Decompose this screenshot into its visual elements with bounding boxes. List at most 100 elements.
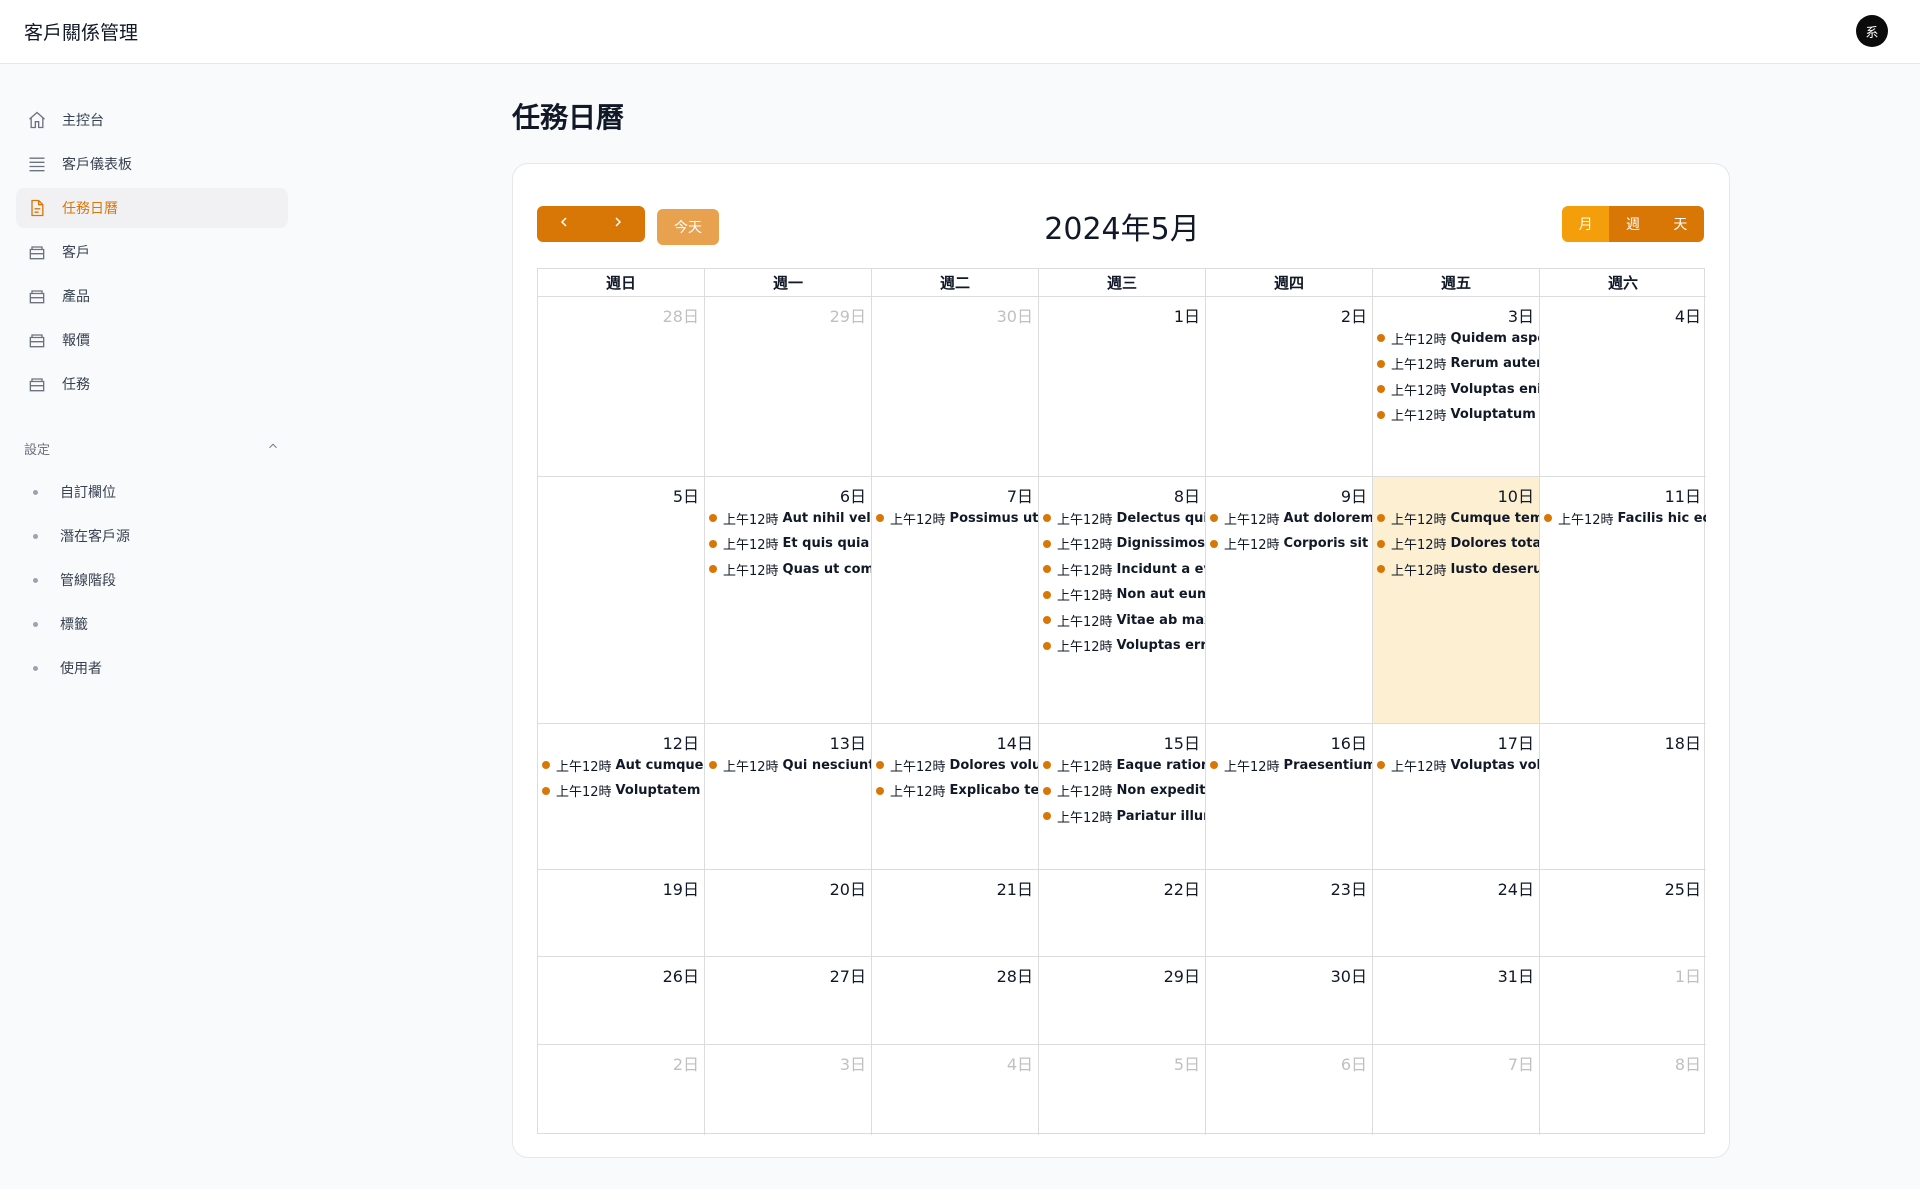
calendar-event[interactable]: 上午12時Corporis sit id (1210, 533, 1372, 555)
day-cell[interactable]: 15日上午12時Eaque ratione上午12時Non expedita上午… (1039, 724, 1206, 870)
avatar[interactable]: 系 (1856, 15, 1888, 47)
day-cell[interactable]: 5日 (538, 477, 705, 724)
calendar-event[interactable]: 上午12時Rerum autem (1377, 353, 1539, 375)
day-cell[interactable]: 17日上午12時Voluptas voluptas (1373, 724, 1540, 870)
day-cell[interactable]: 5日 (1039, 1045, 1206, 1135)
event-title: Quidem asperiores (1450, 330, 1539, 346)
sidebar-item-task-calendar[interactable]: 任務日曆 (16, 188, 288, 228)
sidebar-subitem-tags[interactable]: 標籤 (24, 610, 264, 638)
calendar-event[interactable]: 上午12時Delectus quis (1043, 507, 1205, 529)
day-cell[interactable]: 31日 (1373, 957, 1540, 1045)
day-cell[interactable]: 30日 (1206, 957, 1373, 1045)
event-dot (1210, 539, 1218, 548)
sidebar-subitem-lead-sources[interactable]: 潛在客戶源 (24, 522, 264, 550)
day-cell[interactable]: 21日 (872, 870, 1039, 957)
day-cell[interactable]: 26日 (538, 957, 705, 1045)
day-cell[interactable]: 4日 (1540, 297, 1706, 477)
folder-icon (26, 241, 48, 263)
weekday-header: 週三 (1039, 269, 1206, 297)
calendar-event[interactable]: 上午12時Dolores voluptas (876, 754, 1038, 776)
day-cell[interactable]: 23日 (1206, 870, 1373, 957)
day-number: 19日 (662, 880, 699, 899)
calendar-event[interactable]: 上午12時Voluptas voluptas (1377, 754, 1539, 776)
view-day-button[interactable]: 天 (1656, 206, 1704, 242)
day-cell[interactable]: 8日 (1540, 1045, 1706, 1135)
settings-group-label: 設定 (24, 442, 51, 458)
event-dot (1377, 514, 1385, 522)
calendar-event[interactable]: 上午12時 Voluptatum (1377, 404, 1539, 426)
day-cell[interactable]: 12日上午12時Aut cumque et上午12時Voluptatem vel (538, 724, 705, 870)
view-month-button[interactable]: 月 (1562, 206, 1610, 242)
calendar-event[interactable]: 上午12時Aut cumque et (542, 754, 704, 776)
sidebar-subitem-users[interactable]: 使用者 (24, 654, 264, 682)
calendar-event[interactable]: 上午12時Vitae ab maxime (1043, 609, 1205, 631)
calendar-event[interactable]: 上午12時Dolores totam (1377, 533, 1539, 555)
calendar-event[interactable]: 上午12時Cumque tempore (1377, 507, 1539, 529)
event-title: Non expedita (1116, 783, 1205, 798)
day-cell[interactable]: 24日 (1373, 870, 1540, 957)
sidebar-subitem-custom-fields[interactable]: 自訂欄位 (24, 478, 264, 506)
calendar-event[interactable]: 上午12時Aut dolorem quia (1210, 507, 1372, 529)
calendar-event[interactable]: 上午12時 Non expedita (1043, 780, 1205, 802)
view-week-button[interactable]: 週 (1609, 206, 1657, 242)
day-cell[interactable]: 8日上午12時Delectus quis上午12時Dignissimos上午12… (1039, 477, 1206, 724)
day-cell[interactable]: 7日 (1373, 1045, 1540, 1135)
calendar-event[interactable]: 上午12時 Non aut eum (1043, 584, 1205, 606)
day-cell[interactable]: 28日 (538, 297, 705, 477)
day-number: 7日 (1507, 1055, 1534, 1074)
day-cell[interactable]: 14日上午12時Dolores voluptas上午12時Explicabo t… (872, 724, 1039, 870)
day-cell[interactable]: 22日 (1039, 870, 1206, 957)
day-cell[interactable]: 7日上午12時Possimus ut quis (872, 477, 1039, 724)
day-cell[interactable]: 29日 (1039, 957, 1206, 1045)
sidebar-subitem-pipeline-stages[interactable]: 管線階段 (24, 566, 264, 594)
day-cell[interactable]: 25日 (1540, 870, 1706, 957)
day-cell[interactable]: 2日 (1206, 297, 1373, 477)
sidebar-item-customers[interactable]: 客戶 (16, 232, 288, 272)
calendar-event[interactable]: 上午12時 Dignissimos (1043, 533, 1205, 555)
day-cell[interactable]: 28日 (872, 957, 1039, 1045)
calendar-event[interactable]: 上午12時Eaque ratione (1043, 754, 1205, 776)
day-cell[interactable]: 16日 上午12時 Praesentium (1206, 724, 1373, 870)
calendar-event[interactable]: 上午12時Pariatur illum (1043, 805, 1205, 827)
day-cell[interactable]: 6日上午12時Aut nihil vel est上午12時Et quis qui… (705, 477, 872, 724)
calendar-event[interactable]: 上午12時Quidem asperiores (1377, 327, 1539, 349)
day-cell[interactable]: 11日上午12時Facilis hic eos (1540, 477, 1706, 724)
calendar-event[interactable]: 上午12時 Praesentium (1210, 754, 1372, 776)
day-cell[interactable]: 4日 (872, 1045, 1039, 1135)
day-cell[interactable]: 20日 (705, 870, 872, 957)
calendar-event[interactable]: 上午12時Iusto deserunt (1377, 558, 1539, 580)
calendar-event[interactable]: 上午12時Aut nihil vel est (709, 507, 871, 529)
day-cell[interactable]: 13日 上午12時 Qui nesciunt (705, 724, 872, 870)
day-cell[interactable]: 29日 (705, 297, 872, 477)
day-cell[interactable]: 18日 (1540, 724, 1706, 870)
calendar-event[interactable]: 上午12時Et quis quia nam (709, 533, 871, 555)
event-dot (1043, 514, 1051, 522)
sidebar-item-dashboard[interactable]: 主控台 (16, 100, 288, 140)
calendar-event[interactable]: 上午12時Explicabo tenetur (876, 780, 1038, 802)
day-cell[interactable]: 2日 (538, 1045, 705, 1135)
settings-group-toggle[interactable]: 設定 (24, 436, 280, 460)
day-cell[interactable]: 1日 (1039, 297, 1206, 477)
calendar-event[interactable]: 上午12時Voluptatem vel (542, 780, 704, 802)
day-cell[interactable]: 6日 (1206, 1045, 1373, 1135)
table-icon (26, 153, 48, 175)
calendar-event[interactable]: 上午12時Incidunt a eveniet (1043, 558, 1205, 580)
calendar-event[interactable]: 上午12時Possimus ut quis (876, 507, 1038, 529)
day-cell-today[interactable]: 10日上午12時Cumque tempore上午12時Dolores totam… (1373, 477, 1540, 724)
calendar-event[interactable]: 上午12時Voluptas error (1043, 635, 1205, 657)
calendar-event[interactable]: 上午12時Facilis hic eos (1544, 507, 1706, 529)
sidebar-item-customer-dashboard[interactable]: 客戶儀表板 (16, 144, 288, 184)
day-cell[interactable]: 27日 (705, 957, 872, 1045)
day-cell[interactable]: 30日 (872, 297, 1039, 477)
calendar-event[interactable]: 上午12時Quas ut commodi (709, 558, 871, 580)
day-cell[interactable]: 9日上午12時Aut dolorem quia上午12時Corporis sit… (1206, 477, 1373, 724)
calendar-event[interactable]: 上午12時 Qui nesciunt (709, 754, 871, 776)
sidebar-item-products[interactable]: 產品 (16, 276, 288, 316)
day-cell[interactable]: 19日 (538, 870, 705, 957)
calendar-event[interactable]: 上午12時Voluptas enim (1377, 378, 1539, 400)
day-cell[interactable]: 3日 (705, 1045, 872, 1135)
day-cell[interactable]: 3日上午12時Quidem asperiores上午12時Rerum autem… (1373, 297, 1540, 477)
sidebar-item-quotes[interactable]: 報價 (16, 320, 288, 360)
sidebar-item-tasks[interactable]: 任務 (16, 364, 288, 404)
day-cell[interactable]: 1日 (1540, 957, 1706, 1045)
